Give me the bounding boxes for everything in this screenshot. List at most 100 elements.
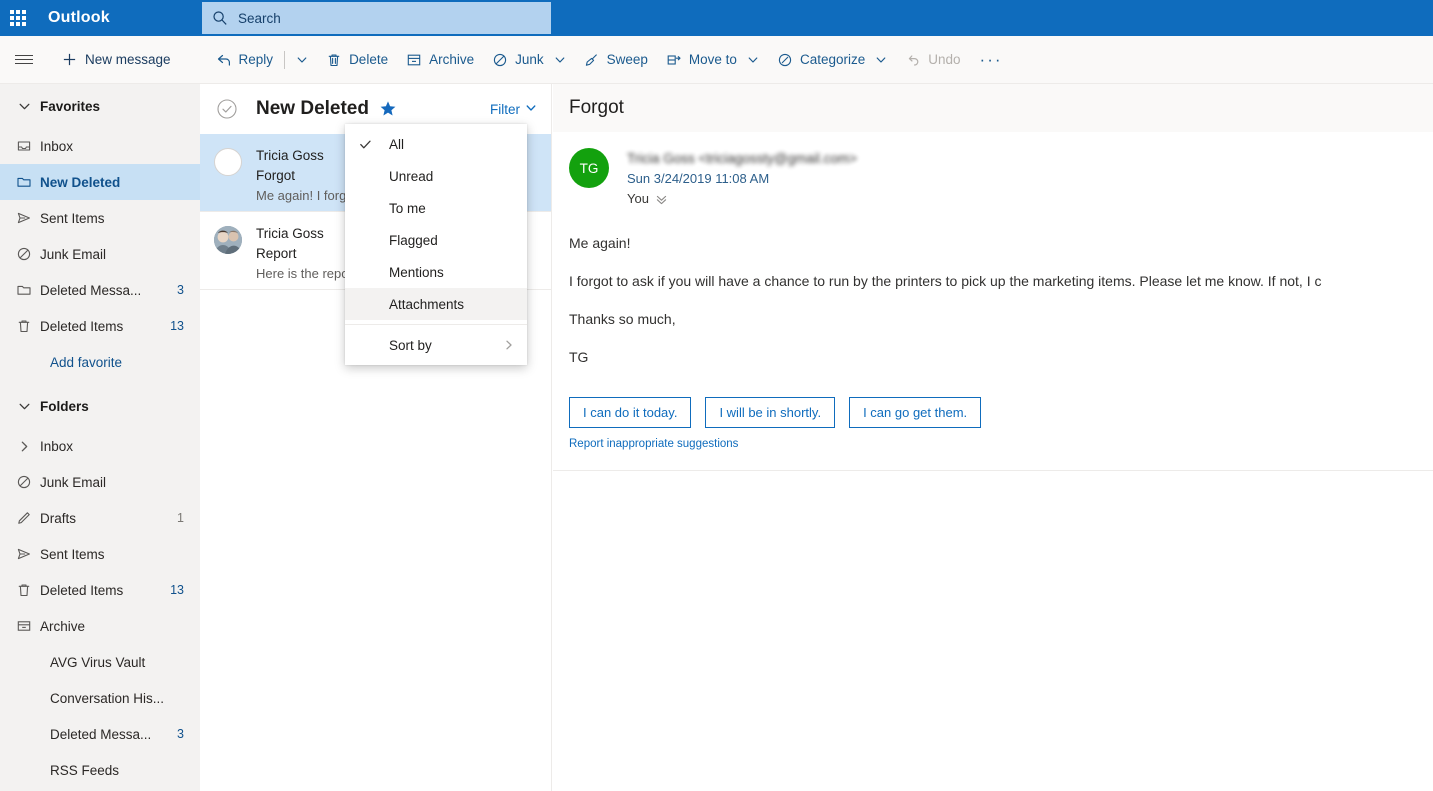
folders-label: Folders <box>40 398 89 414</box>
message-from-block: TG Tricia Goss <triciagossty@gmail.com> … <box>553 148 1433 209</box>
check-circle-icon[interactable] <box>216 98 238 120</box>
sidebar-item-new-deleted[interactable]: New Deleted <box>0 164 200 200</box>
filter-menu-item-to-me[interactable]: To me <box>345 192 527 224</box>
reply-dropdown-button[interactable] <box>287 42 317 78</box>
command-bar: New message Reply Delete Archive Junk Sw… <box>0 36 1433 84</box>
broom-icon <box>585 53 597 66</box>
chevron-down-icon <box>297 56 307 63</box>
more-commands-button[interactable]: ··· <box>970 42 1013 78</box>
message-paragraph: TG <box>569 349 589 365</box>
chevron-down-icon <box>554 54 566 66</box>
sidebar-item-count: 3 <box>177 727 184 741</box>
sweep-label: Sweep <box>606 52 648 67</box>
filter-button[interactable]: Filter <box>490 102 537 117</box>
sidebar-item-label: Sent Items <box>40 546 105 562</box>
sweep-button[interactable]: Sweep <box>575 42 657 78</box>
sidebar-item-rss-feeds[interactable]: RSS Feeds <box>0 752 200 788</box>
block-icon <box>493 53 507 66</box>
filter-menu-label: To me <box>389 200 426 216</box>
message-paragraph: I forgot to ask if you will have a chanc… <box>569 273 1322 289</box>
new-message-label: New message <box>85 52 171 67</box>
sidebar-item-label: Deleted Messa... <box>50 726 152 742</box>
sidebar-item-drafts[interactable]: Drafts 1 <box>0 500 200 536</box>
plus-icon <box>63 53 76 66</box>
check-icon <box>359 138 375 151</box>
sidebar-item-label: Junk Email <box>40 246 107 262</box>
filter-menu-label: Attachments <box>389 296 465 312</box>
sidebar-item-count: 13 <box>170 583 184 597</box>
app-brand-title: Outlook <box>48 9 110 26</box>
delete-button[interactable]: Delete <box>317 42 397 78</box>
sidebar-item-deleted-messages-folder[interactable]: Deleted Messa... 3 <box>0 716 200 752</box>
filter-menu-label: Unread <box>389 168 434 184</box>
junk-button[interactable]: Junk <box>483 42 575 78</box>
sidebar-item-label: RSS Feeds <box>50 762 120 778</box>
avatar[interactable] <box>214 226 242 254</box>
send-icon <box>8 546 40 562</box>
filter-menu-item-sort-by[interactable]: Sort by <box>345 329 527 361</box>
message-card: TG Tricia Goss <triciagossty@gmail.com> … <box>553 132 1433 471</box>
chevron-down-icon <box>747 54 759 66</box>
report-suggestions-link[interactable]: Report inappropriate suggestions <box>553 438 754 450</box>
sidebar-item-inbox-fav[interactable]: Inbox <box>0 128 200 164</box>
suggested-reply-button[interactable]: I can do it today. <box>569 397 692 428</box>
archive-icon <box>8 618 40 634</box>
chevron-down-icon <box>8 400 40 413</box>
suggested-reply-button[interactable]: I can go get them. <box>849 397 982 428</box>
sidebar-item-inbox-folder[interactable]: Inbox <box>0 428 200 464</box>
search-input[interactable]: Search <box>202 2 551 34</box>
sidebar-item-count: 13 <box>170 319 184 333</box>
avatar[interactable]: TG <box>569 148 609 188</box>
folder-sidebar: Favorites Inbox New Deleted Sent Items J… <box>0 84 200 791</box>
reply-label: Reply <box>238 52 274 67</box>
sidebar-item-label: Deleted Messa... <box>40 282 142 298</box>
undo-icon <box>909 54 919 66</box>
sidebar-item-junk-email-folder[interactable]: Junk Email <box>0 464 200 500</box>
app-launcher-icon[interactable] <box>0 0 36 36</box>
sidebar-item-deleted-items-folder[interactable]: Deleted Items 13 <box>0 572 200 608</box>
archive-button[interactable]: Archive <box>397 42 483 78</box>
chevron-double-down-icon[interactable] <box>655 193 668 206</box>
menu-divider <box>345 324 527 325</box>
sidebar-item-avg-virus-vault[interactable]: AVG Virus Vault <box>0 644 200 680</box>
message-sender-address: Tricia Goss <triciagossty@gmail.com> <box>627 151 858 166</box>
new-message-button[interactable]: New message <box>52 42 181 78</box>
reply-icon <box>217 54 230 66</box>
sidebar-item-label: Drafts <box>40 510 77 526</box>
menu-icon[interactable] <box>0 36 48 84</box>
star-icon[interactable] <box>379 100 397 118</box>
filter-menu-item-attachments[interactable]: Attachments <box>345 288 527 320</box>
junk-label: Junk <box>515 52 544 67</box>
suggested-reply-button[interactable]: I will be in shortly. <box>705 397 836 428</box>
filter-menu-label: Sort by <box>389 337 432 353</box>
chevron-down-icon <box>875 54 887 66</box>
sidebar-item-deleted-items-fav[interactable]: Deleted Items 13 <box>0 308 200 344</box>
block-icon <box>8 474 40 490</box>
sidebar-item-label: Junk Email <box>40 474 107 490</box>
sidebar-item-deleted-messages-fav[interactable]: Deleted Messa... 3 <box>0 272 200 308</box>
sidebar-item-label: Deleted Items <box>40 318 124 334</box>
add-favorite-button[interactable]: Add favorite <box>0 344 200 380</box>
reply-button[interactable]: Reply <box>207 42 283 78</box>
sidebar-item-archive[interactable]: Archive <box>0 608 200 644</box>
filter-menu-item-all[interactable]: All <box>345 128 527 160</box>
sidebar-item-label: Inbox <box>40 138 74 154</box>
sidebar-item-conversation-history[interactable]: Conversation His... <box>0 680 200 716</box>
categorize-label: Categorize <box>799 52 866 67</box>
filter-menu-item-unread[interactable]: Unread <box>345 160 527 192</box>
chevron-down-icon <box>8 100 40 113</box>
categorize-button[interactable]: Categorize <box>768 42 896 78</box>
folders-section-header[interactable]: Folders <box>0 384 200 428</box>
filter-menu-item-flagged[interactable]: Flagged <box>345 224 527 256</box>
sidebar-item-label: Sent Items <box>40 210 105 226</box>
move-to-button[interactable]: Move to <box>657 42 768 78</box>
sidebar-item-sent-items-fav[interactable]: Sent Items <box>0 200 200 236</box>
sidebar-item-label: Archive <box>40 618 86 634</box>
unread-avatar[interactable] <box>214 148 242 176</box>
filter-menu-item-mentions[interactable]: Mentions <box>345 256 527 288</box>
sidebar-item-sent-items-folder[interactable]: Sent Items <box>0 536 200 572</box>
sidebar-item-junk-email-fav[interactable]: Junk Email <box>0 236 200 272</box>
favorites-section-header[interactable]: Favorites <box>0 84 200 128</box>
block-icon <box>8 246 40 262</box>
pencil-icon <box>8 510 40 526</box>
